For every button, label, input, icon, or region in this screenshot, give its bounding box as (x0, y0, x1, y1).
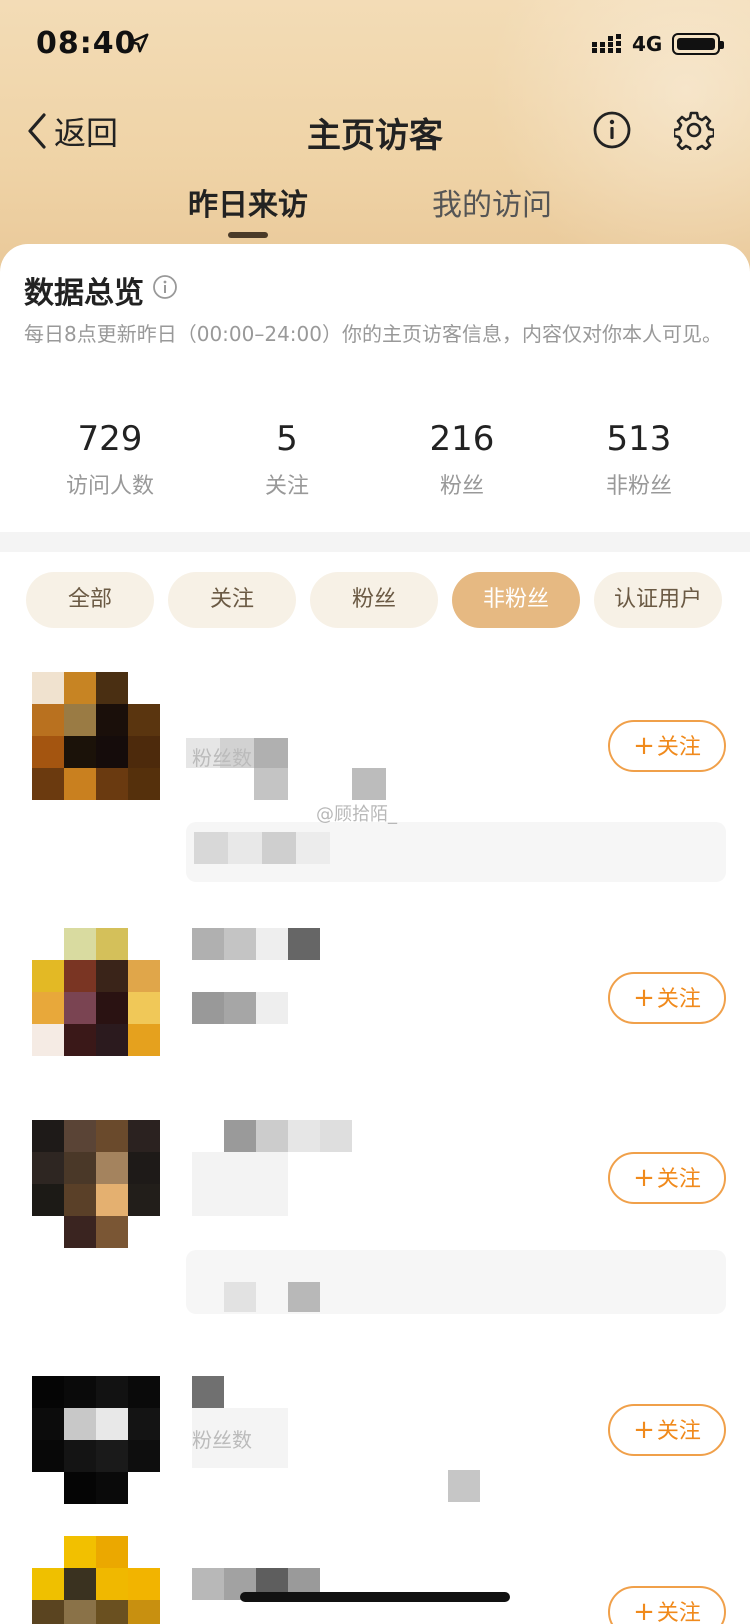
stat-label: 粉丝 (439, 474, 484, 499)
follow-label: 关注 (656, 987, 701, 1012)
back-label: 返回 (54, 114, 119, 152)
info-icon[interactable] (592, 110, 632, 150)
follow-button[interactable]: +关注 (608, 1152, 726, 1204)
filter-chip-all[interactable]: 全部 (26, 572, 154, 628)
status-time: 08:40 (36, 26, 137, 61)
back-button[interactable]: 返回 (24, 108, 118, 154)
follow-label: 关注 (656, 1601, 701, 1624)
overview-info-icon[interactable] (152, 274, 178, 300)
stat-following[interactable]: 5 关注 (197, 418, 377, 500)
filter-chip-verified[interactable]: 认证用户 (594, 572, 722, 628)
filter-chip-following[interactable]: 关注 (168, 572, 296, 628)
stat-non-fans[interactable]: 513 非粉丝 (549, 418, 729, 500)
visit-info-panel (186, 822, 726, 882)
avatar[interactable] (32, 1120, 160, 1248)
follow-button[interactable]: +关注 (608, 972, 726, 1024)
gear-icon[interactable] (674, 110, 714, 150)
follow-button[interactable]: +关注 (608, 720, 726, 772)
cellular-signal-icon (592, 34, 621, 53)
chevron-left-icon (28, 113, 46, 149)
overview-description: 每日8点更新昨日（00:00–24:00）你的主页访客信息，内容仅对你本人可见。 (24, 322, 722, 346)
visitor-detail: 粉丝数 (192, 746, 252, 770)
plus-icon: + (633, 1415, 655, 1445)
stat-label: 关注 (264, 474, 309, 499)
visitor-detail: 粉丝数 (192, 1428, 252, 1452)
follow-button[interactable]: +关注 (608, 1586, 726, 1624)
visit-info-panel (186, 1250, 726, 1314)
stat-value: 513 (606, 419, 672, 459)
filter-chip-non-fans[interactable]: 非粉丝 (452, 572, 580, 628)
stat-value: 5 (276, 419, 298, 459)
status-bar: 08:40 4G (0, 0, 750, 90)
follow-button[interactable]: +关注 (608, 1404, 726, 1456)
stat-label: 访问人数 (65, 474, 154, 499)
stat-fans[interactable]: 216 粉丝 (372, 418, 552, 500)
location-arrow-icon (129, 33, 149, 53)
tab-yesterday-visits[interactable]: 昨日来访 (188, 180, 308, 224)
stat-visitors[interactable]: 729 访问人数 (20, 418, 200, 500)
avatar[interactable] (32, 928, 160, 1056)
plus-icon: + (633, 1597, 655, 1624)
plus-icon: + (633, 731, 655, 761)
active-tab-indicator (228, 232, 268, 238)
section-divider (0, 532, 750, 552)
stat-value: 729 (77, 419, 143, 459)
watermark: @顾拾陌_ (316, 804, 397, 825)
network-label: 4G (632, 32, 663, 56)
overview-title: 数据总览 (24, 276, 144, 311)
stat-label: 非粉丝 (605, 474, 672, 499)
avatar[interactable] (32, 1536, 160, 1624)
tab-my-visits[interactable]: 我的访问 (432, 180, 552, 224)
follow-label: 关注 (656, 1419, 701, 1444)
plus-icon: + (633, 1163, 655, 1193)
home-indicator[interactable] (240, 1592, 510, 1602)
follow-label: 关注 (656, 735, 701, 760)
avatar[interactable] (32, 1376, 160, 1504)
plus-icon: + (633, 983, 655, 1013)
stat-value: 216 (429, 419, 495, 459)
follow-label: 关注 (656, 1167, 701, 1192)
avatar[interactable] (32, 672, 160, 800)
filter-chip-fans[interactable]: 粉丝 (310, 572, 438, 628)
battery-icon (672, 33, 724, 55)
